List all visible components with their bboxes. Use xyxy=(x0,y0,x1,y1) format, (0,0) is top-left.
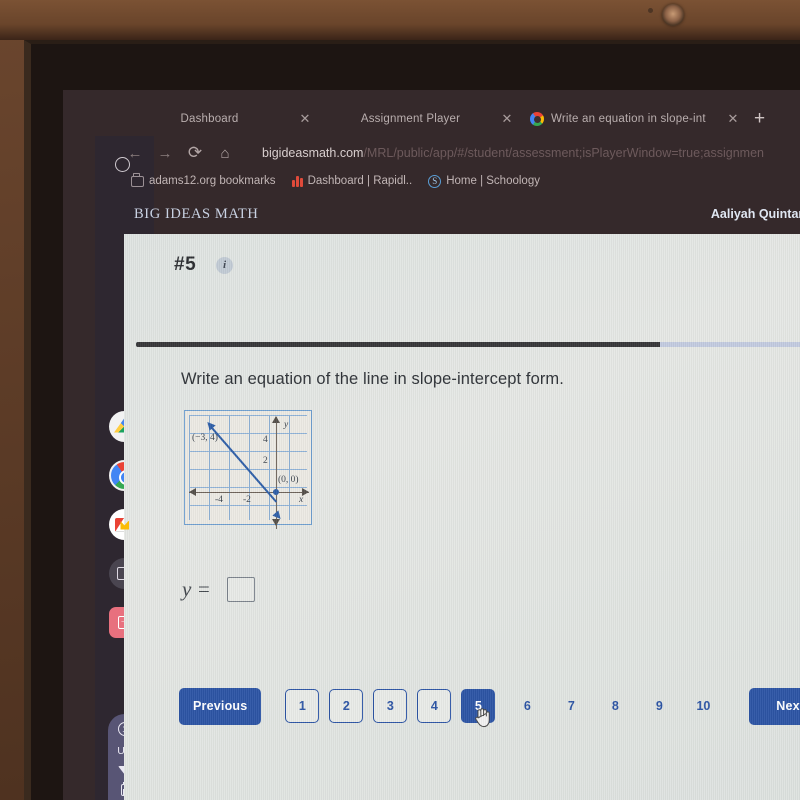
reload-icon[interactable]: ⟳ xyxy=(180,143,210,163)
progress-bar-fill xyxy=(136,342,661,347)
close-icon[interactable]: ✕ xyxy=(298,111,312,127)
page-number-1[interactable]: 1 xyxy=(285,689,320,723)
page-number-label: 2 xyxy=(342,699,350,713)
address-bar[interactable]: bigideasmath.com/MRL/public/app/#/studen… xyxy=(262,141,800,165)
page-number-7[interactable]: 7 xyxy=(549,689,593,723)
laptop-photo: 1 US 6 22 Dashboard ✕ Assignment P xyxy=(0,0,800,800)
browser-tab-dashboard[interactable]: Dashboard ✕ xyxy=(120,104,320,134)
webcam-icon xyxy=(662,4,684,26)
bookmark-schoology[interactable]: S Home | Schoology xyxy=(428,174,548,188)
chromeos-screen: 1 US 6 22 Dashboard ✕ Assignment P xyxy=(63,90,800,800)
schoology-icon: S xyxy=(428,174,442,188)
bookmark-label: Home | Schoology xyxy=(446,175,540,187)
x-axis xyxy=(189,492,309,493)
page-number-label: 3 xyxy=(386,699,394,713)
info-icon[interactable]: i xyxy=(216,256,234,274)
x-tick-neg2: -2 xyxy=(243,495,251,505)
brand-title: BIG IDEAS MATH xyxy=(134,205,259,222)
page-number-4[interactable]: 4 xyxy=(417,689,452,723)
answer-input[interactable] xyxy=(226,577,255,602)
page-number-label: 10 xyxy=(696,699,711,713)
point-origin-marker xyxy=(273,489,279,495)
bookmark-adams12[interactable]: adams12.org bookmarks xyxy=(131,173,284,187)
tab-title: Assignment Player xyxy=(360,113,461,125)
url-host: bigideasmath.com xyxy=(262,146,364,160)
page-number-5[interactable]: 5 xyxy=(461,689,496,728)
bookmark-rapididentity[interactable]: Dashboard | Rapidl.. xyxy=(291,175,421,187)
progress-bar xyxy=(136,342,800,347)
page-number-10[interactable]: 10 xyxy=(681,689,725,723)
close-icon[interactable]: ✕ xyxy=(500,111,514,127)
point-label-2: (0, 0) xyxy=(278,475,299,485)
page-number-label: 7 xyxy=(567,699,575,713)
browser-tab-assignment-player[interactable]: Assignment Player ✕ xyxy=(320,104,522,134)
home-icon[interactable]: ⌂ xyxy=(210,145,240,162)
y-axis-label: y xyxy=(284,420,289,430)
folder-icon xyxy=(131,173,144,187)
page-number-list: 1 2 3 4 5 6 7 8 9 10 xyxy=(285,689,725,728)
page-number-8[interactable]: 8 xyxy=(593,689,637,723)
question-header: #5 i xyxy=(124,234,800,296)
previous-button[interactable]: Previous xyxy=(179,687,262,725)
app-header: BIG IDEAS MATH Aaliyah Quintana xyxy=(116,194,800,234)
new-tab-button[interactable]: + xyxy=(754,108,765,130)
page-number-3[interactable]: 3 xyxy=(373,689,408,723)
assignment-page: #5 i Write an equation of the line in sl… xyxy=(124,234,800,800)
y-tick-2: 2 xyxy=(263,456,268,466)
forward-icon[interactable]: → xyxy=(150,145,180,162)
rapididentity-icon xyxy=(291,175,303,187)
answer-prefix: y = xyxy=(182,577,211,601)
point-label-1: (−3, 4) xyxy=(192,433,218,443)
page-number-2[interactable]: 2 xyxy=(329,689,364,723)
close-icon[interactable]: ✕ xyxy=(726,111,740,127)
student-name: Aaliyah Quintana xyxy=(710,207,800,221)
bookmark-label: Dashboard | Rapidl.. xyxy=(307,175,413,187)
page-number-6[interactable]: 6 xyxy=(505,689,549,723)
back-icon[interactable]: ← xyxy=(120,145,150,162)
screen-bezel: 1 US 6 22 Dashboard ✕ Assignment P xyxy=(24,40,800,800)
page-number-label: 4 xyxy=(430,699,438,713)
question-text: Write an equation of the line in slope-i… xyxy=(181,370,564,388)
y-tick-4: 4 xyxy=(263,435,268,445)
page-number-label: 1 xyxy=(298,699,306,713)
page-number-label: 8 xyxy=(611,699,619,713)
browser-tabstrip: Dashboard ✕ Assignment Player ✕ Write an… xyxy=(120,102,800,136)
x-axis-left-arrow-icon xyxy=(189,488,196,496)
answer-row: y = xyxy=(182,577,255,602)
x-tick-neg4: -4 xyxy=(215,495,223,505)
page-number-label: 9 xyxy=(655,699,663,713)
question-navigation: Previous 1 2 3 4 5 6 7 8 9 10 Next xyxy=(124,682,800,730)
x-axis-label: x xyxy=(299,495,304,505)
coordinate-graph: (−3, 4) (0, 0) 4 2 -4 -2 y x xyxy=(184,410,312,529)
browser-tab-slope-intercept[interactable]: Write an equation in slope-int ✕ xyxy=(522,104,748,134)
tab-title: Write an equation in slope-int xyxy=(551,113,706,125)
bookmarks-bar: adams12.org bookmarks Dashboard | Rapidl… xyxy=(131,170,800,192)
bookmark-label: adams12.org bookmarks xyxy=(149,175,276,187)
next-button[interactable]: Next xyxy=(749,687,800,725)
browser-toolbar: ← → ⟳ ⌂ bigideasmath.com/MRL/public/app/… xyxy=(120,138,800,168)
google-icon xyxy=(530,112,544,126)
microphone-hole xyxy=(648,8,653,13)
y-axis-up-arrow-icon xyxy=(272,416,280,423)
url-path: /MRL/public/app/#/student/assessment;isP… xyxy=(363,146,764,160)
page-title: #5 xyxy=(174,254,197,275)
page-number-label: 5 xyxy=(474,699,482,713)
tab-title: Dashboard xyxy=(180,113,239,125)
page-number-9[interactable]: 9 xyxy=(637,689,681,723)
page-number-label: 6 xyxy=(523,699,531,713)
